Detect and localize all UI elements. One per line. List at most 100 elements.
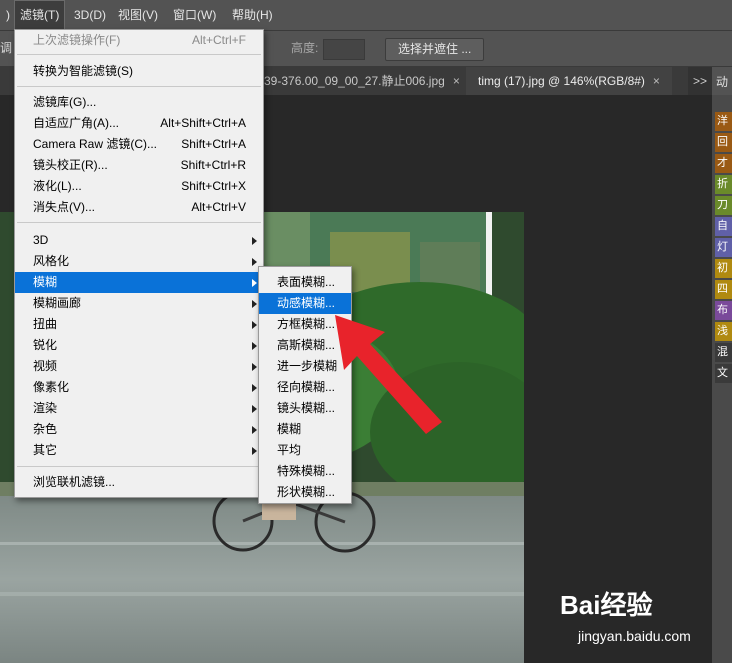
submenu-item-smart-blur[interactable]: 特殊模糊... (259, 461, 351, 482)
panel-swatch[interactable]: 文 (715, 364, 732, 383)
menu-filter[interactable]: 滤镜(T) (14, 0, 66, 30)
menu-divider (17, 54, 261, 55)
menu-item-label: 平均 (277, 443, 302, 457)
height-input[interactable] (323, 39, 365, 60)
menu-item-label: 模糊 (33, 275, 58, 289)
menu-item-noise[interactable]: 杂色 (15, 419, 263, 440)
menu-item-liquify[interactable]: 液化(L)... Shift+Ctrl+X (15, 176, 263, 197)
menu-item-render[interactable]: 渲染 (15, 398, 263, 419)
close-icon[interactable]: × (653, 74, 660, 88)
menu-item-vanishing-point[interactable]: 消失点(V)... Alt+Ctrl+V (15, 197, 263, 218)
panel-swatch[interactable]: 四 (715, 280, 732, 299)
menu-item-label: 3D (33, 233, 49, 247)
panel-swatch[interactable]: 回 (715, 133, 732, 152)
submenu-item-average[interactable]: 平均 (259, 440, 351, 461)
submenu-arrow-icon (252, 447, 257, 455)
panel-swatch[interactable]: 折 (715, 175, 732, 194)
submenu-arrow-icon (252, 384, 257, 392)
menu-bar: ) 滤镜(T) 3D(D) 视图(V) 窗口(W) 帮助(H) (0, 0, 732, 31)
submenu-arrow-icon (252, 321, 257, 329)
menu-item-lens-correction[interactable]: 镜头校正(R)... Shift+Ctrl+R (15, 155, 263, 176)
tab-label: 39-376.00_09_00_27.静止006.jpg (264, 74, 445, 88)
menu-item-label: 模糊画廊 (33, 296, 82, 310)
menu-item-blur[interactable]: 模糊 (15, 272, 263, 293)
menu-item-label: 像素化 (33, 380, 70, 394)
right-panel-header[interactable]: 动 (712, 67, 732, 95)
menu-help[interactable]: 帮助(H) (226, 0, 279, 30)
panel-swatch[interactable]: 浅 (715, 322, 732, 341)
filter-menu: 上次滤镜操作(F) Alt+Ctrl+F 转换为智能滤镜(S) 滤镜库(G)..… (14, 29, 264, 498)
menu-item-browse-online[interactable]: 浏览联机滤镜... (15, 472, 263, 493)
tab-label: timg (17).jpg @ 146%(RGB/8#) (478, 74, 645, 88)
tab-overflow-icon[interactable]: >> (688, 67, 712, 95)
menu-item-camera-raw[interactable]: Camera Raw 滤镜(C)... Shift+Ctrl+A (15, 134, 263, 155)
menu-item-last-filter[interactable]: 上次滤镜操作(F) Alt+Ctrl+F (15, 30, 263, 51)
panel-swatch[interactable]: 布 (715, 301, 732, 320)
menu-item-convert-smart-filter[interactable]: 转换为智能滤镜(S) (15, 61, 263, 82)
menu-item-label: 风格化 (33, 254, 70, 268)
menu-item-stylize[interactable]: 风格化 (15, 251, 263, 272)
menu-window[interactable]: 窗口(W) (167, 0, 222, 30)
menu-item-label: 自适应广角(A)... (33, 116, 119, 130)
tab-document-2[interactable]: timg (17).jpg @ 146%(RGB/8#) × (466, 67, 672, 95)
menu-divider (17, 466, 261, 467)
submenu-arrow-icon (252, 279, 257, 287)
menu-item-shortcut: Shift+Ctrl+A (181, 137, 246, 151)
select-and-mask-button[interactable]: 选择并遮住 ... (385, 38, 485, 61)
annotation-arrow-icon (335, 315, 442, 434)
submenu-arrow-icon (252, 426, 257, 434)
menu-item-label: 进一步模糊 (277, 359, 338, 373)
menu-item-label: 镜头模糊... (277, 401, 336, 415)
tab-document-1[interactable]: 39-376.00_09_00_27.静止006.jpg × (262, 67, 470, 95)
menu-item-sharpen[interactable]: 锐化 (15, 335, 263, 356)
menu-3d[interactable]: 3D(D) (68, 0, 112, 30)
menu-item-distort[interactable]: 扭曲 (15, 314, 263, 335)
menu-item-label: 杂色 (33, 422, 58, 436)
menu-item-label: Camera Raw 滤镜(C)... (33, 137, 158, 151)
menu-item-label: 特殊模糊... (277, 464, 336, 478)
height-label: 高度: (291, 41, 319, 55)
panel-swatch[interactable]: 初 (715, 259, 732, 278)
menu-item-label: 形状模糊... (277, 485, 336, 499)
watermark-brand: Bai经验 (560, 590, 653, 620)
menu-item-blur-gallery[interactable]: 模糊画廊 (15, 293, 263, 314)
submenu-arrow-icon (252, 237, 257, 245)
submenu-item-surface-blur[interactable]: 表面模糊... (259, 272, 351, 293)
panel-swatch[interactable]: 灯 (715, 238, 732, 257)
menu-view[interactable]: 视图(V) (112, 0, 164, 30)
menu-item-label: 模糊 (277, 422, 302, 436)
menu-item-3d[interactable]: 3D (15, 230, 263, 251)
menu-item-shortcut: Alt+Shift+Ctrl+A (160, 116, 246, 130)
menu-item-label: 其它 (33, 443, 58, 457)
watermark-url: jingyan.baidu.com (578, 628, 691, 644)
menu-item-label: 动感模糊... (277, 296, 336, 310)
submenu-arrow-icon (252, 342, 257, 350)
panel-swatch[interactable]: 混 (715, 343, 732, 362)
menu-item-label: 消失点(V)... (33, 200, 95, 214)
panel-swatch[interactable]: 洋 (715, 112, 732, 131)
menu-item-label: 滤镜库(G)... (33, 95, 97, 109)
panel-swatch[interactable]: 才 (715, 154, 732, 173)
menu-divider (17, 86, 261, 87)
menu-item-label: 渲染 (33, 401, 58, 415)
menu-item-label: 扭曲 (33, 317, 58, 331)
menu-item-label: 转换为智能滤镜(S) (33, 64, 133, 78)
panel-swatch[interactable]: 自 (715, 217, 732, 236)
menu-item-other[interactable]: 其它 (15, 440, 263, 461)
close-icon[interactable]: × (453, 74, 460, 88)
menu-item-label: 表面模糊... (277, 275, 336, 289)
panel-swatch[interactable]: 刀 (715, 196, 732, 215)
baidu-jingyan-watermark: Bai经验 jingyan.baidu.com (560, 585, 730, 655)
menu-item-adaptive-wide-angle[interactable]: 自适应广角(A)... Alt+Shift+Ctrl+A (15, 113, 263, 134)
menu-item-label: 液化(L)... (33, 179, 82, 193)
menu-item-label: 上次滤镜操作(F) (33, 33, 121, 47)
menu-item-filter-gallery[interactable]: 滤镜库(G)... (15, 92, 263, 113)
menu-item-label: 方框模糊... (277, 317, 336, 331)
menu-item-pixelate[interactable]: 像素化 (15, 377, 263, 398)
menu-divider (17, 222, 261, 223)
menu-item-video[interactable]: 视频 (15, 356, 263, 377)
submenu-arrow-icon (252, 405, 257, 413)
menu-item-shortcut: Shift+Ctrl+R (180, 158, 246, 172)
submenu-arrow-icon (252, 363, 257, 371)
submenu-item-shape-blur[interactable]: 形状模糊... (259, 482, 351, 503)
